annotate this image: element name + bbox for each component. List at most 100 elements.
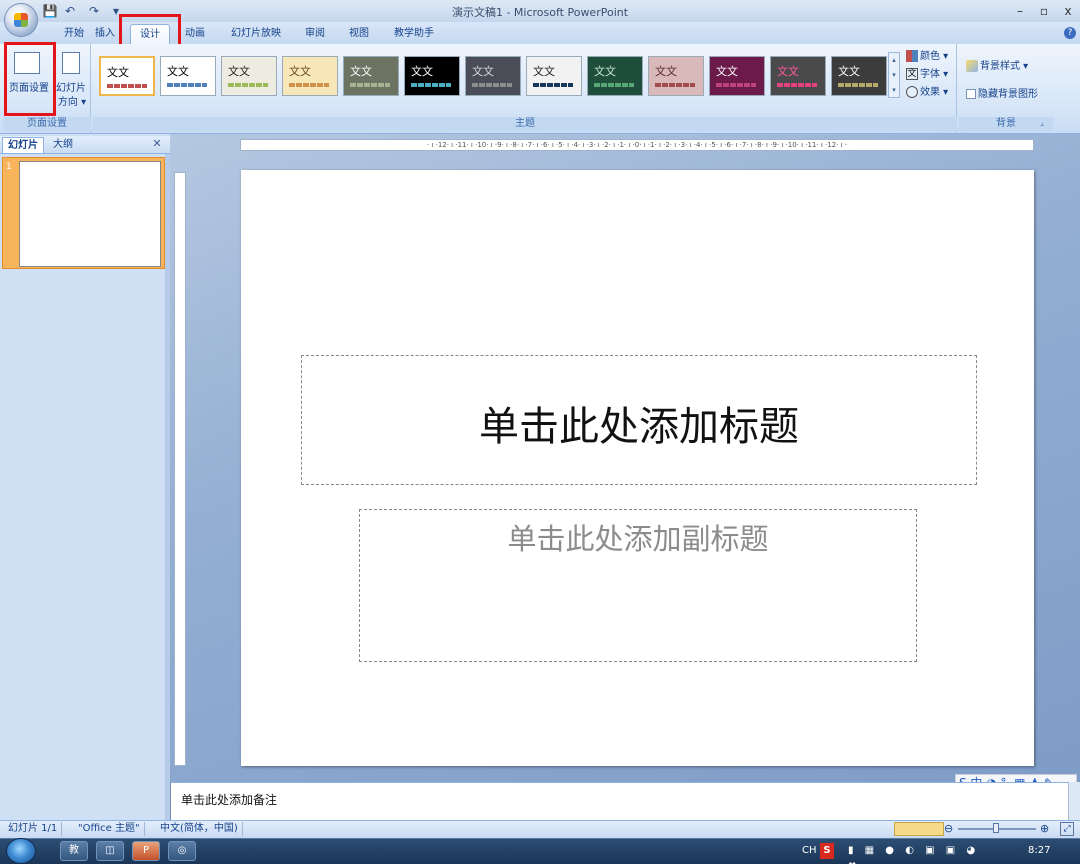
slide-count-status: 幻灯片 1/1 [4,822,63,836]
gallery-scroll[interactable]: ▴ ▾ ▾ [888,52,900,98]
theme-color-bars [594,83,634,87]
fit-window-icon[interactable]: ⤢ [1060,822,1074,836]
theme-color-bars [655,83,695,87]
zoom-out-icon[interactable]: ⊖ [944,822,956,836]
background-styles-button[interactable]: 背景样式 ▾ [966,58,1050,76]
zoom-in-icon[interactable]: ⊕ [1040,822,1052,836]
slide-orientation-icon [62,52,80,74]
theme-thumbnail[interactable]: 文文 [221,56,277,96]
office-button[interactable] [4,3,38,37]
colors-icon [906,50,918,62]
sogou-tray-icon[interactable]: S [820,843,834,859]
theme-fonts-button[interactable]: 文字体 ▾ [906,66,956,84]
theme-thumbnail[interactable]: 文文 [404,56,460,96]
background-group-label: 背景 [959,117,1053,131]
theme-color-bars [107,84,147,88]
help-icon[interactable]: ? [1064,27,1076,39]
clock: 8:27 [1028,845,1051,856]
background-styles-icon [966,60,978,72]
tab-view[interactable]: 视图 [342,24,376,44]
tab-slides[interactable]: 幻灯片 [2,137,44,153]
theme-color-bars [777,83,817,87]
taskbar-app-window[interactable]: ◫ [96,841,124,861]
theme-color-bars [533,83,573,87]
theme-color-bars [350,83,390,87]
theme-sample-text: 文文 [350,65,372,78]
theme-effects-button[interactable]: 效果 ▾ [906,84,956,102]
zoom-slider-thumb[interactable] [993,823,999,833]
tray-icons[interactable]: ▮ ▦ ● ◐ ▣ ▣ ◕ ✖ [848,843,998,864]
tab-insert[interactable]: 插入 [88,24,122,44]
slide-thumbnail[interactable] [19,161,161,267]
theme-thumbnail[interactable]: 文文 [465,56,521,96]
horizontal-ruler: · ı ·12· ı ·11· ı ·10· ı ·9· ı ·8· ı ·7·… [240,139,1034,151]
theme-sample-text: 文文 [533,65,555,78]
taskbar-app-powerpoint[interactable]: P [132,841,160,861]
theme-sample-text: 文文 [228,65,250,78]
theme-effects-label: 效果 ▾ [920,87,949,98]
subtitle-placeholder[interactable]: 单击此处添加副标题 [359,509,917,662]
theme-sample-text: 文文 [777,65,799,78]
theme-sample-text: 文文 [289,65,311,78]
theme-sample-text: 文文 [594,65,616,78]
theme-colors-label: 颜色 ▾ [920,51,949,62]
hide-background-checkbox[interactable]: 隐藏背景图形 [966,86,1050,104]
tab-slideshow[interactable]: 幻灯片放映 [222,24,290,44]
theme-sample-text: 文文 [472,65,494,78]
theme-thumbnail[interactable]: 文文 [282,56,338,96]
theme-status: "Office 主题" [74,822,145,836]
subtitle-placeholder-text: 单击此处添加副标题 [507,522,769,556]
theme-colors-button[interactable]: 颜色 ▾ [906,48,956,66]
themes-group-label: 主题 [93,117,957,131]
tab-review[interactable]: 审阅 [298,24,332,44]
theme-sample-text: 文文 [167,65,189,78]
theme-sample-text: 文文 [411,65,433,78]
theme-thumbnail[interactable]: 文文 [160,56,216,96]
theme-thumbnail[interactable]: 文文 [648,56,704,96]
title-placeholder-text: 单击此处添加标题 [479,404,799,450]
theme-thumbnail[interactable]: 文文 [99,56,155,96]
slide-orientation-dropdown[interactable]: 方向 ▾ [56,94,88,112]
taskbar-app-other[interactable]: ◎ [168,841,196,861]
theme-color-bars [472,83,512,87]
hide-background-label: 隐藏背景图形 [978,89,1038,100]
minimize-button[interactable]: – [1008,2,1032,20]
theme-color-bars [228,83,268,87]
theme-color-bars [167,83,207,87]
theme-thumbnail[interactable]: 文文 [831,56,887,96]
restore-button[interactable]: ▫ [1032,2,1056,20]
theme-sample-text: 文文 [107,66,129,79]
taskbar-app-jiao[interactable]: 教 [60,841,88,861]
background-styles-label: 背景样式 ▾ [980,61,1029,72]
theme-sample-text: 文文 [838,65,860,78]
dialog-launcher-icon[interactable]: ⌟ [1040,118,1050,128]
close-panel-icon[interactable]: ✕ [150,137,164,151]
office-logo-icon [14,13,28,27]
theme-color-bars [838,83,878,87]
tab-animations[interactable]: 动画 [178,24,212,44]
notes-scrollbar[interactable] [1068,782,1080,820]
theme-sample-text: 文文 [716,65,738,78]
highlight-page-setup [4,42,56,116]
tab-teaching-assistant[interactable]: 教学助手 [386,24,442,44]
page-setup-group-label: 页面设置 [3,117,91,131]
tab-outline[interactable]: 大纲 [48,137,78,153]
slide-number: 1 [6,162,12,172]
effects-icon [906,86,918,98]
view-buttons[interactable] [894,822,944,836]
start-button[interactable] [6,838,36,864]
checkbox-icon [966,89,976,99]
theme-thumbnail[interactable]: 文文 [526,56,582,96]
title-placeholder[interactable]: 单击此处添加标题 [301,355,977,485]
theme-thumbnail[interactable]: 文文 [709,56,765,96]
theme-thumbnail[interactable]: 文文 [343,56,399,96]
theme-thumbnail[interactable]: 文文 [770,56,826,96]
theme-color-bars [289,83,329,87]
vertical-ruler [174,172,186,766]
notes-pane[interactable]: 单击此处添加备注 [171,782,1068,820]
theme-sample-text: 文文 [655,65,677,78]
theme-thumbnail[interactable]: 文文 [587,56,643,96]
close-button[interactable]: x [1056,2,1080,20]
language-status[interactable]: 中文(简体，中国) [156,822,243,836]
language-indicator[interactable]: CH [802,843,817,859]
